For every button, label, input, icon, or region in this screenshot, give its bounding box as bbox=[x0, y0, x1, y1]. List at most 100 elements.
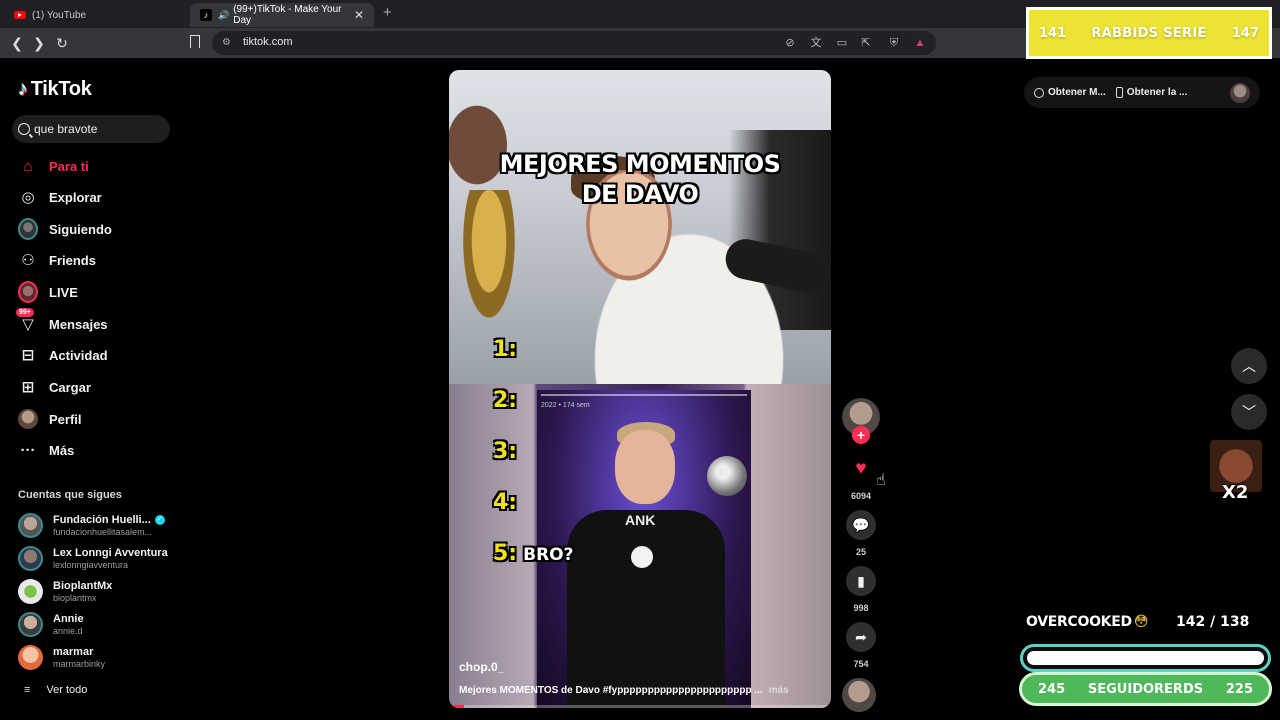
see-all-label: Ver todo bbox=[46, 684, 88, 696]
sidebar-item-explorar[interactable]: ◎ Explorar bbox=[18, 185, 102, 209]
sidebar-item-mensajes[interactable]: ▽ 99+ Mensajes bbox=[16, 308, 108, 336]
list-item-5: 5: BRO? bbox=[493, 540, 573, 591]
account-handle: bioplantmx bbox=[53, 592, 97, 603]
list-extra-text: BRO? bbox=[523, 545, 574, 565]
video-progress-fill bbox=[449, 705, 465, 708]
sound-avatar[interactable] bbox=[842, 678, 876, 712]
sidebar-item-cargar[interactable]: ⊞ Cargar bbox=[18, 375, 91, 399]
followers-right-count: 225 bbox=[1225, 681, 1253, 697]
save-count: 998 bbox=[853, 603, 869, 613]
search-icon bbox=[18, 123, 30, 135]
account-item[interactable]: Fundación Huelli... ✓ fundacionhuellitasa… bbox=[18, 511, 165, 539]
account-name: Annie bbox=[53, 612, 84, 625]
compass-icon: ◎ bbox=[21, 189, 35, 206]
sidebar-item-label: Mensajes bbox=[49, 316, 108, 332]
person-face bbox=[615, 430, 675, 504]
account-handle: lexlonngiavventura bbox=[53, 559, 129, 570]
rewards-icon[interactable]: ▲ bbox=[912, 35, 928, 51]
sidebar-item-para-ti[interactable]: ⌂ Para ti bbox=[18, 154, 89, 178]
overcooked-label: OVERCOOKED 😳 bbox=[1026, 614, 1148, 630]
account-item[interactable]: Lex Lonngi Avventura lexlonngiavventura bbox=[18, 544, 168, 572]
get-app-button[interactable]: Obtener la ... bbox=[1115, 87, 1187, 98]
sidebar-item-perfil[interactable]: Perfil bbox=[18, 407, 82, 431]
sidebar-item-mas[interactable]: ··· Más bbox=[18, 438, 75, 462]
save-button[interactable]: ▮ bbox=[846, 566, 876, 596]
shield-icon[interactable]: ⛨ bbox=[886, 35, 902, 51]
sidebar-item-label: Para ti bbox=[49, 158, 89, 174]
profile-avatar bbox=[18, 409, 38, 429]
account-handle: annie.d bbox=[53, 625, 83, 636]
overcooked-count: 142 / 138 bbox=[1176, 614, 1250, 630]
flushed-emoji-icon: 😳 bbox=[1133, 614, 1149, 630]
avatar bbox=[18, 644, 43, 670]
account-item[interactable]: marmar marmarbinky bbox=[18, 643, 105, 671]
get-desktop-button[interactable]: Obtener M... bbox=[1034, 87, 1106, 98]
share-icon[interactable]: ⇱ bbox=[858, 35, 874, 51]
search-input[interactable]: que bravote bbox=[12, 115, 170, 143]
comment-icon: 💬 bbox=[852, 516, 870, 533]
messages-badge: 99+ bbox=[16, 308, 34, 317]
like-button[interactable]: ♥ bbox=[846, 454, 876, 484]
list-item: 4: bbox=[493, 490, 518, 515]
forward-button[interactable]: ❯ bbox=[30, 34, 48, 52]
site-settings-icon[interactable]: ⚙ bbox=[222, 37, 234, 49]
tab-youtube[interactable]: (1) YouTube bbox=[4, 3, 188, 27]
sidebar-item-siguiendo[interactable]: Siguiendo bbox=[18, 217, 112, 241]
sidebar-item-label: Explorar bbox=[49, 189, 102, 205]
sidebar-item-label: Friends bbox=[49, 252, 96, 268]
list-item: 2: bbox=[493, 388, 518, 413]
overcooked-title: OVERCOOKED bbox=[1026, 614, 1132, 630]
video-progress-bar[interactable] bbox=[449, 705, 831, 708]
tiktok-logo[interactable]: ♪ TikTok bbox=[18, 78, 92, 101]
address-bar[interactable]: ⚙ tiktok.com ⊘ 文 ▭ ⇱ ⛨ ▲ bbox=[212, 31, 936, 55]
overcooked-progress-bar bbox=[1020, 644, 1271, 672]
sidebar-item-label: Más bbox=[49, 442, 75, 458]
comment-button[interactable]: 💬 bbox=[846, 510, 876, 540]
see-all-link[interactable]: ≡ Ver todo bbox=[24, 684, 87, 696]
new-tab-button[interactable]: + bbox=[383, 4, 392, 21]
share-count: 754 bbox=[853, 659, 869, 669]
get-app-bar: Obtener M... Obtener la ... bbox=[1024, 77, 1260, 108]
back-button[interactable]: ❮ bbox=[8, 34, 26, 52]
bookmark-icon[interactable] bbox=[190, 35, 200, 48]
person-shirt bbox=[567, 510, 725, 708]
previous-video-button[interactable]: ︿ bbox=[1231, 348, 1267, 384]
account-item[interactable]: BioplantMx bioplantmx bbox=[18, 577, 112, 605]
speaker-icon[interactable]: 🔊 bbox=[218, 10, 229, 21]
more-link[interactable]: más bbox=[769, 685, 789, 696]
bookmark-icon: ▮ bbox=[857, 572, 865, 589]
list-item: 1: bbox=[493, 337, 518, 362]
football-print bbox=[631, 546, 653, 568]
youtube-icon bbox=[14, 9, 26, 21]
chevron-up-icon: ︿ bbox=[1242, 358, 1256, 374]
tab-tiktok[interactable]: ♪ 🔊 (99+)TikTok - Make Your Day ✕ bbox=[190, 3, 374, 27]
sidebar-item-live[interactable]: LIVE bbox=[18, 280, 78, 304]
sidebar-item-label: LIVE bbox=[49, 284, 78, 300]
video-author[interactable]: chop.0_ bbox=[459, 660, 504, 674]
next-video-button[interactable]: ﹀ bbox=[1231, 394, 1267, 430]
follow-plus-icon[interactable]: + bbox=[852, 426, 870, 444]
translate-icon[interactable]: 文 bbox=[808, 35, 824, 51]
account-name: Fundación Huelli... bbox=[53, 513, 151, 526]
video-player[interactable]: MEJORES MOMENTOS DE DAVO 2022 • 174 sem … bbox=[449, 70, 831, 708]
verified-icon: ✓ bbox=[154, 514, 165, 525]
video-title-line2: DE DAVO bbox=[581, 180, 699, 208]
home-icon: ⌂ bbox=[23, 157, 33, 175]
mute-icon[interactable]: ⊘ bbox=[782, 35, 798, 51]
friends-icon: ⚇ bbox=[21, 252, 35, 269]
desktop-icon bbox=[1034, 87, 1044, 98]
close-tab-icon[interactable]: ✕ bbox=[354, 8, 364, 22]
video-actions: + ♥ 6094 💬 25 ▮ 998 ➦ 754 bbox=[838, 396, 884, 716]
sidebar-item-friends[interactable]: ⚇ Friends bbox=[18, 248, 96, 272]
ranking-list: 1: 2: 3: 4: 5: BRO? bbox=[493, 336, 573, 591]
upload-icon: ⊞ bbox=[21, 379, 35, 396]
reload-button[interactable]: ↻ bbox=[53, 34, 71, 52]
account-name: marmar bbox=[53, 645, 94, 658]
emote-multiplier: X2 bbox=[1222, 482, 1249, 503]
share-button[interactable]: ➦ bbox=[846, 622, 876, 652]
profile-avatar[interactable] bbox=[1230, 82, 1250, 103]
cast-icon[interactable]: ▭ bbox=[834, 35, 850, 51]
account-item[interactable]: Annie annie.d bbox=[18, 610, 84, 638]
sidebar-item-actividad[interactable]: ⊟ Actividad bbox=[18, 343, 108, 367]
search-query: que bravote bbox=[34, 122, 98, 136]
